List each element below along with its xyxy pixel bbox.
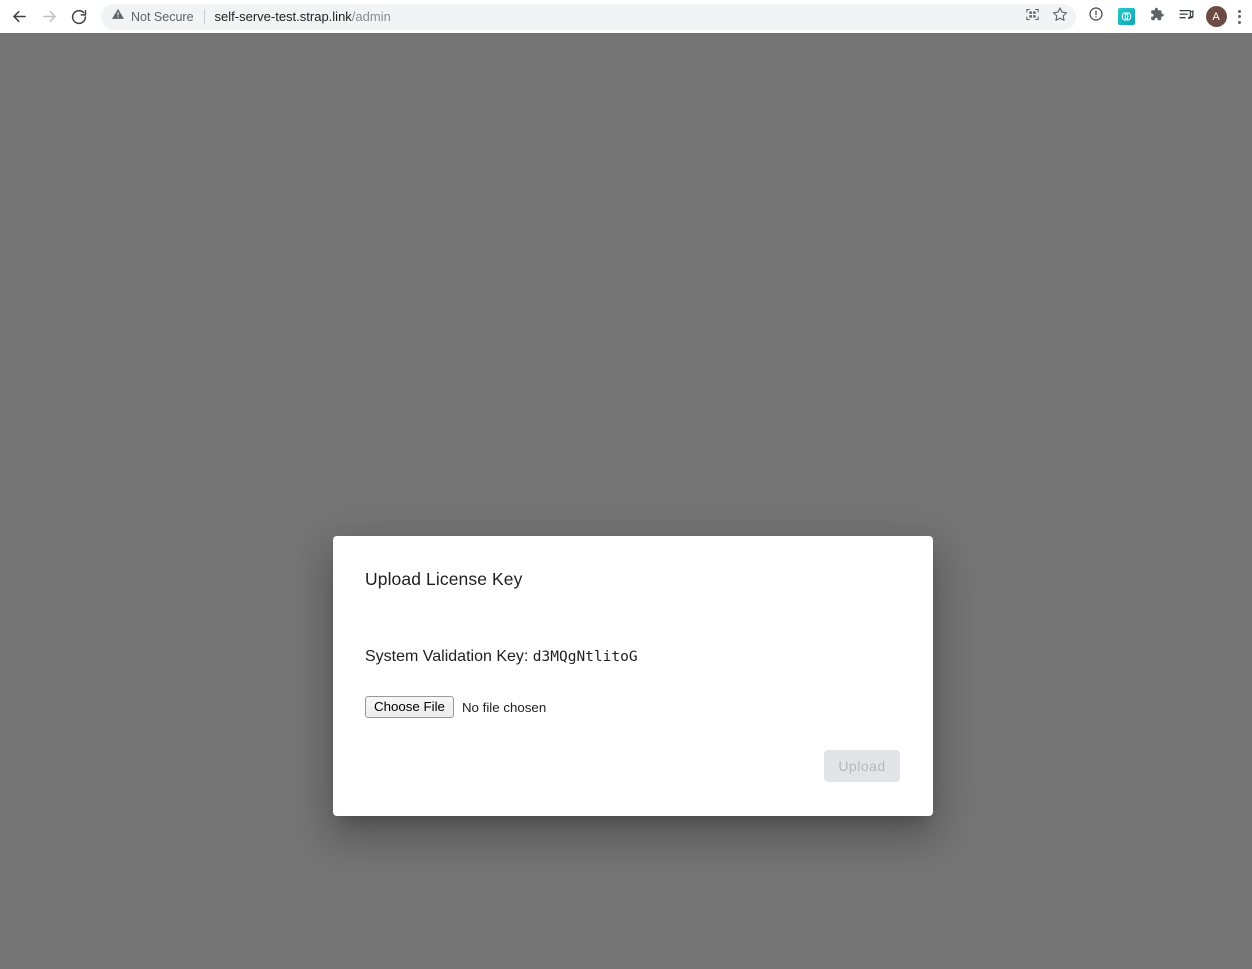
back-button[interactable]: [4, 2, 34, 32]
dialog-title: Upload License Key: [365, 569, 523, 589]
url-domain: self-serve-test.strap.link: [214, 9, 352, 24]
info-circle-icon: [1088, 6, 1104, 27]
avatar: A: [1205, 6, 1227, 27]
not-secure-label: Not Secure: [131, 9, 194, 24]
reading-list-media-icon: [1178, 6, 1195, 28]
back-arrow-icon: [10, 7, 29, 26]
chain-extension-button[interactable]: [1112, 3, 1140, 31]
star-bookmark-icon: [1052, 6, 1068, 27]
file-input-row: Choose File No file chosen: [365, 696, 546, 718]
selected-file-name: No file chosen: [461, 699, 547, 715]
qr-code-icon: [1025, 7, 1040, 27]
upload-license-key-dialog: Upload License Key System Validation Key…: [333, 536, 933, 816]
url-display[interactable]: self-serve-test.strap.link/admin: [215, 9, 1013, 24]
bookmark-button[interactable]: [1047, 4, 1073, 30]
chain-links-extension-icon: [1117, 8, 1135, 25]
site-security-indicator[interactable]: Not Secure: [111, 7, 194, 26]
choose-file-button[interactable]: Choose File: [365, 696, 454, 718]
upload-button[interactable]: Upload: [824, 750, 900, 782]
qr-code-button[interactable]: [1019, 4, 1045, 30]
reading-list-button[interactable]: [1172, 3, 1200, 31]
omnibox-divider: [203, 9, 205, 24]
page-info-button[interactable]: [1082, 3, 1110, 31]
warning-triangle-icon: [111, 7, 125, 26]
browser-menu-button[interactable]: [1232, 3, 1246, 31]
address-bar[interactable]: Not Secure self-serve-test.strap.link/ad…: [101, 3, 1076, 30]
three-dot-menu-icon: [1237, 9, 1241, 24]
forward-arrow-icon: [40, 7, 59, 26]
reload-icon: [70, 8, 88, 26]
system-validation-key-value: d3MQgNtlitoG: [532, 649, 638, 665]
url-path: /admin: [351, 9, 391, 24]
system-validation-key-row: System Validation Key: d3MQgNtlitoG: [365, 648, 638, 666]
profile-button[interactable]: A: [1202, 3, 1230, 31]
page-backdrop-overlay[interactable]: Upload License Key System Validation Key…: [0, 33, 1252, 969]
extensions-button[interactable]: [1142, 3, 1170, 31]
omnibox-actions: [1019, 4, 1073, 30]
browser-toolbar: Not Secure self-serve-test.strap.link/ad…: [0, 0, 1252, 33]
forward-button[interactable]: [34, 2, 64, 32]
reload-button[interactable]: [64, 2, 94, 32]
puzzle-extensions-icon: [1148, 6, 1165, 28]
system-validation-key-label: System Validation Key:: [365, 648, 529, 665]
